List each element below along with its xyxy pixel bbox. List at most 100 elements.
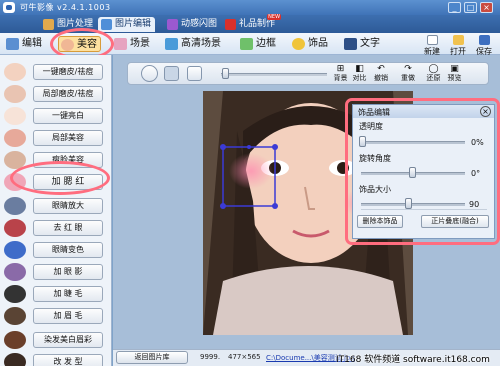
local-beauty-button[interactable]: 局部美容 [33,130,103,146]
new-button[interactable]: 新建 [420,35,444,56]
tab-photo-process[interactable]: 图片处理 [40,17,97,32]
size-knob[interactable] [405,198,412,209]
whiten-button[interactable]: 一键亮白 [33,108,103,124]
accessory-icon [292,38,305,50]
transparency-label: 透明度 [359,122,383,131]
tool-beauty[interactable]: 美容 [58,36,101,52]
tool-row: 一键亮白 [0,105,112,127]
app-logo-icon [3,2,15,13]
blush-button[interactable]: 加 腮 红 [33,174,103,190]
tab-flash[interactable]: 动感闪图 [164,17,221,32]
flash-icon [167,19,178,30]
save-icon [478,35,490,45]
function-toolbar: 编辑 美容 场景 高清场景 边框 饰品 文字 新建 打开 保存 [0,33,500,56]
tab-gift[interactable]: 礼品制作 NEW [222,14,282,32]
edit-icon [6,38,19,50]
tool-hd-scene[interactable]: 高清场景 [163,36,224,52]
tool-accessory[interactable]: 饰品 [290,36,331,52]
compare-icon: ◧ [355,64,364,74]
redo-icon: ↷ [404,64,412,74]
back-to-library-button[interactable]: 返回图片库 [116,351,188,364]
window-title: 可牛影像 v2.4.1.1003 [20,3,111,12]
spot-smooth-button[interactable]: 局部磨皮/祛痘 [33,86,103,102]
accessory-editor-panel: 饰品编辑 × 透明度 0% 旋转角度 0° 饰品大小 90 删除本饰品 正片叠底… [352,104,495,239]
save-button[interactable]: 保存 [472,35,496,56]
background-button[interactable]: ⊞ 背景 [333,64,348,84]
hair-dye-button[interactable]: 染发美白眉彩 [33,332,103,348]
eyebrow-button[interactable]: 加 眉 毛 [33,308,103,324]
maximize-button[interactable]: □ [464,2,477,13]
red-eye-icon [4,219,26,237]
tool-label: 边框 [256,38,276,49]
close-button[interactable]: × [480,2,493,13]
tool-text[interactable]: 文字 [342,36,383,52]
restore-button[interactable]: ◯ 还原 [425,64,442,84]
undo-button[interactable]: ↶ 撤销 [371,64,391,84]
hairstyle-icon [4,353,26,366]
tool-label: 美容 [77,39,97,50]
tool-row: 加 腮 红 [0,171,112,193]
delete-accessory-button[interactable]: 删除本饰品 [357,215,403,228]
tool-label: 文字 [360,38,380,49]
tab-label: 图片编辑 [115,19,152,29]
undo-icon: ↶ [377,64,385,74]
preview-icon: ▣ [450,64,459,74]
refresh-icon[interactable] [141,65,158,82]
zoom-slider-track[interactable] [221,73,327,76]
size-slider[interactable] [361,203,465,206]
scene-icon [114,38,127,50]
tool-row: 加 眉 毛 [0,305,112,327]
rotation-knob[interactable] [409,167,416,178]
hd-scene-icon [165,38,178,50]
eye-color-button[interactable]: 眼睛变色 [33,242,103,258]
size-value: 90 [469,200,480,209]
editor-close-icon[interactable]: × [480,106,491,117]
eyelash-icon [4,285,26,303]
tool-frame[interactable]: 边框 [238,36,279,52]
eye-shadow-button[interactable]: 加 眼 影 [33,264,103,280]
tab-label: 礼品制作 [239,19,276,29]
face-icon [61,39,74,51]
red-eye-button[interactable]: 去 红 眼 [33,220,103,236]
tool-row: 眼睛放大 [0,195,112,217]
tab-label: 图片处理 [57,19,94,29]
tool-row: 局部美容 [0,127,112,149]
minimize-button[interactable]: _ [448,2,461,13]
preview-button[interactable]: ▣ 预览 [446,64,463,84]
open-button[interactable]: 打开 [446,35,470,56]
eye-enlarge-button[interactable]: 眼睛放大 [33,198,103,214]
slim-face-button[interactable]: 瘦脸美容 [33,152,103,168]
multiply-blend-button[interactable]: 正片叠底(融合) [421,215,489,228]
spot-smooth-icon [4,85,26,103]
tool-label: 场景 [130,38,150,49]
tool-row: 加 眼 影 [0,261,112,283]
button-label: 还原 [426,74,441,82]
eyebrow-icon [4,307,26,325]
tool-label: 编辑 [22,38,42,49]
eyelash-button[interactable]: 加 睫 毛 [33,286,103,302]
edit-picture-icon [101,19,112,30]
eye-shadow-icon [4,263,26,281]
tool-row: 局部磨皮/祛痘 [0,83,112,105]
tool-scene[interactable]: 场景 [112,36,153,52]
compare-button[interactable]: ◧ 对比 [352,64,367,84]
transparency-knob[interactable] [359,136,366,147]
fit-view-icon[interactable] [164,66,179,81]
button-label: 背景 [333,74,348,82]
tool-row: 改 发 型 [0,351,112,366]
smooth-skin-button[interactable]: 一键磨皮/祛痘 [33,64,103,80]
transparency-slider[interactable] [361,141,465,144]
tab-label: 动感闪图 [181,19,218,29]
new-badge: NEW [267,14,282,20]
actual-size-icon[interactable] [187,66,202,81]
hairstyle-button[interactable]: 改 发 型 [33,354,103,366]
tool-edit[interactable]: 编辑 [4,36,45,52]
hair-dye-icon [4,331,26,349]
redo-button[interactable]: ↷ 重做 [398,64,418,84]
smooth-skin-icon [4,63,26,81]
tool-label: 饰品 [308,38,328,49]
zoom-slider-knob[interactable] [222,68,229,79]
watermark-text: IT168 软件频道 software.it168.com [336,355,490,365]
new-file-icon [426,35,438,45]
tab-picture-edit[interactable]: 图片编辑 [98,17,156,32]
